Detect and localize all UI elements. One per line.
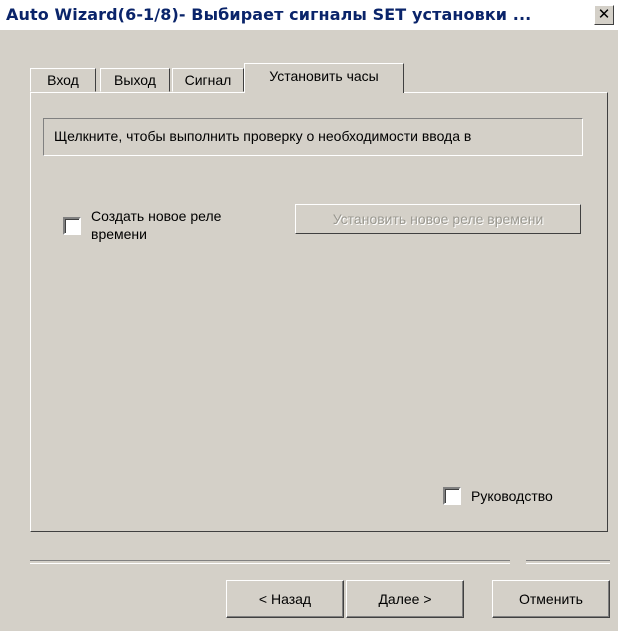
tab-signal-label: Сигнал [184, 72, 232, 88]
tab-panel: Щелкните, чтобы выполнить проверку о нео… [30, 92, 608, 532]
tab-output[interactable]: Выход [100, 68, 170, 92]
tab-input[interactable]: Вход [30, 68, 96, 92]
title-bar: Auto Wizard(6-1/8)- Выбирает сигналы SET… [0, 0, 618, 30]
tab-output-label: Выход [114, 72, 156, 88]
create-relay-label: Создать новое реле времени [91, 207, 221, 243]
window-title: Auto Wizard(6-1/8)- Выбирает сигналы SET… [6, 5, 532, 24]
create-relay-checkbox[interactable] [63, 217, 81, 235]
create-relay-label-line1: Создать новое реле [91, 208, 222, 224]
tab-signal[interactable]: Сигнал [172, 68, 244, 92]
create-relay-label-line2: времени [91, 226, 147, 242]
close-button[interactable]: ✕ [594, 5, 614, 25]
cancel-button[interactable]: Отменить [492, 580, 610, 618]
footer-separator-left [30, 560, 510, 564]
back-button[interactable]: < Назад [226, 580, 344, 618]
tab-set-clock[interactable]: Установить часы [244, 63, 404, 93]
tab-input-label: Вход [47, 72, 79, 88]
guide-label: Руководство [471, 488, 553, 504]
guide-checkbox[interactable] [443, 487, 461, 505]
close-icon: ✕ [597, 5, 611, 23]
set-new-relay-button[interactable]: Установить новое реле времени [295, 204, 581, 234]
next-button[interactable]: Далее > [346, 580, 464, 618]
footer-separator-right [526, 560, 610, 564]
info-text: Щелкните, чтобы выполнить проверку о нео… [54, 128, 472, 144]
info-box: Щелкните, чтобы выполнить проверку о нео… [43, 118, 583, 156]
tab-set-clock-label: Установить часы [269, 68, 379, 84]
